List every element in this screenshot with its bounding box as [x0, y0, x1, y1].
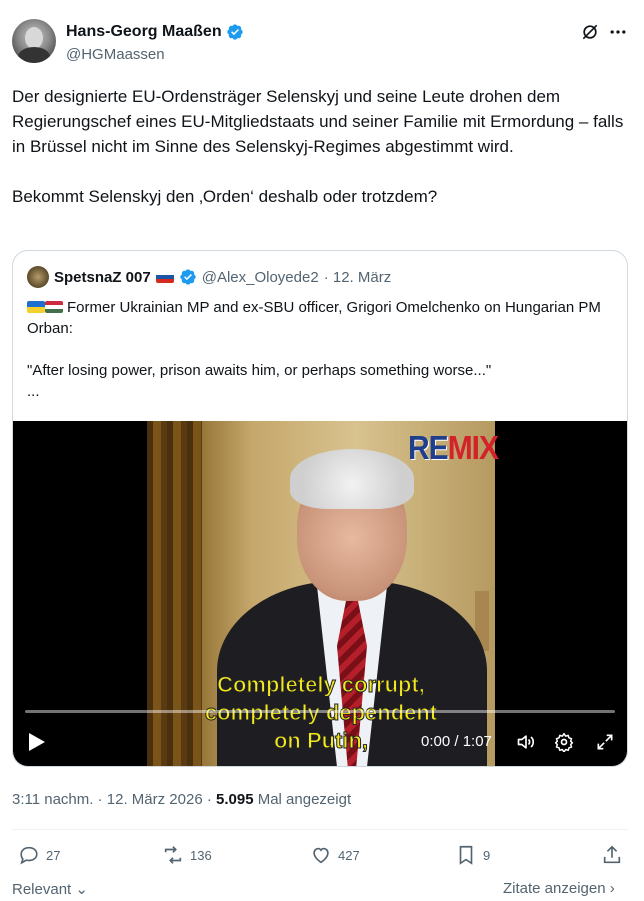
like-count: 427: [338, 847, 360, 863]
author-handle[interactable]: @HGMaassen: [66, 46, 165, 63]
view-quotes-link[interactable]: Zitate anzeigen ›: [503, 880, 615, 897]
quote-header: SpetsnaZ 007 @Alex_Oloyede2 · 12. März: [27, 266, 391, 288]
quote-text-line1: Former Ukrainian MP and ex-SBU officer, …: [27, 299, 606, 337]
bookmark-icon: [459, 845, 473, 865]
video-player[interactable]: REMIX Completely corrupt, completely dep…: [13, 421, 627, 766]
tweet-meta: 3:11 nachm. · 12. März 2026 · 5.095 Mal …: [12, 791, 351, 808]
tweet-timestamp[interactable]: 3:11 nachm. · 12. März 2026 ·: [12, 791, 216, 808]
author-name-row[interactable]: Hans-Georg Maaßen: [66, 23, 244, 41]
quote-date[interactable]: · 12. März: [324, 269, 392, 286]
reply-button[interactable]: 27: [18, 844, 60, 866]
author-avatar[interactable]: [12, 19, 56, 63]
like-icon: [313, 847, 329, 864]
repost-icon: [164, 846, 182, 864]
relevant-label: Relevant: [12, 881, 72, 898]
repost-button[interactable]: 136: [162, 844, 212, 866]
fullscreen-icon[interactable]: [595, 732, 615, 752]
quote-avatar[interactable]: [27, 266, 49, 288]
quote-text: Former Ukrainian MP and ex-SBU officer, …: [27, 297, 607, 402]
quoted-tweet[interactable]: SpetsnaZ 007 @Alex_Oloyede2 · 12. März F…: [12, 250, 628, 767]
bookmark-count: 9: [483, 847, 491, 863]
play-icon[interactable]: [29, 733, 45, 751]
verified-icon: [226, 24, 243, 40]
quote-text-rest: "After losing power, prison awaits him, …: [27, 362, 492, 400]
video-time: 0:00 / 1:07: [421, 733, 492, 750]
author-name[interactable]: Hans-Georg Maaßen: [66, 23, 222, 41]
hungary-flag-icon: [45, 301, 63, 313]
verified-icon: [180, 269, 196, 285]
tweet-text: Der designierte EU-Ordensträger Selensky…: [12, 87, 624, 206]
more-icon[interactable]: [607, 22, 629, 42]
russia-flag-icon: [155, 271, 174, 283]
quote-handle[interactable]: @Alex_Oloyede2: [202, 269, 319, 286]
relevant-sort[interactable]: Relevant ⌄: [12, 880, 88, 898]
view-label: Mal angezeigt: [253, 791, 352, 808]
divider: [12, 829, 628, 830]
ukraine-flag-icon: [27, 301, 45, 313]
quote-name[interactable]: SpetsnaZ 007: [54, 269, 151, 286]
share-button[interactable]: [601, 844, 623, 866]
chevron-down-icon: ⌄: [71, 881, 88, 898]
quotes-label: Zitate anzeigen: [503, 880, 606, 897]
bookmark-button[interactable]: 9: [455, 844, 490, 866]
like-button[interactable]: 427: [310, 844, 360, 866]
reply-icon: [20, 846, 38, 865]
repost-count: 136: [190, 847, 212, 863]
settings-icon[interactable]: [554, 732, 574, 752]
grok-icon[interactable]: [580, 22, 600, 42]
reply-count: 27: [46, 847, 61, 863]
video-progress-bar[interactable]: [25, 710, 615, 713]
share-icon: [603, 845, 621, 864]
volume-icon[interactable]: [515, 732, 537, 752]
view-count: 5.095: [216, 791, 254, 808]
chevron-right-icon: ›: [605, 880, 615, 897]
remix-logo: REMIX: [408, 430, 499, 467]
